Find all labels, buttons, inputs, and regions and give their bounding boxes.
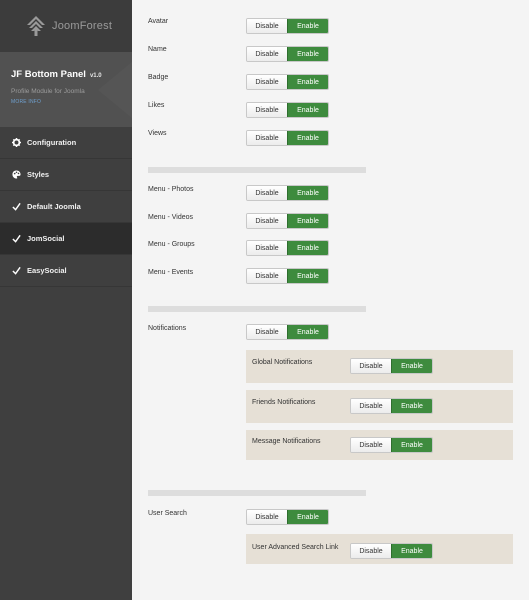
menu-photos-label: Menu - Photos	[148, 186, 194, 193]
user-advanced-search-panel: User Advanced Search Link Disable Enable	[246, 534, 513, 564]
avatar-toggle: Disable Enable	[246, 18, 329, 34]
friends-notifications-panel: Friends Notifications Disable Enable	[246, 390, 513, 423]
menu-videos-enable-button[interactable]: Enable	[287, 214, 328, 228]
badge-disable-button[interactable]: Disable	[247, 75, 287, 89]
user-advanced-search-label: User Advanced Search Link	[252, 544, 339, 551]
section-divider	[148, 167, 366, 173]
check-icon	[12, 266, 21, 275]
notifications-disable-button[interactable]: Disable	[247, 325, 287, 339]
menu-events-label: Menu - Events	[148, 269, 194, 276]
views-disable-button[interactable]: Disable	[247, 131, 287, 145]
badge-label: Badge	[148, 74, 169, 81]
menu-photos-disable-button[interactable]: Disable	[247, 186, 287, 200]
avatar-enable-button[interactable]: Enable	[287, 19, 328, 33]
module-info: JF Bottom Panel v1.0 Profile Module for J…	[0, 52, 132, 127]
menu-photos-toggle: Disable Enable	[246, 185, 329, 201]
sidebar-item-label: JomSocial	[27, 234, 65, 243]
menu-groups-disable-button[interactable]: Disable	[247, 241, 287, 255]
friends-notifications-toggle: Disable Enable	[350, 398, 433, 414]
views-label: Views	[148, 130, 167, 137]
menu-groups-label: Menu - Groups	[148, 241, 195, 248]
message-notifications-panel: Message Notifications Disable Enable	[246, 430, 513, 460]
sidebar-item-label: Default Joomla	[27, 202, 81, 211]
user-advanced-search-enable-button[interactable]: Enable	[391, 544, 432, 558]
avatar-label: Avatar	[148, 18, 169, 25]
friends-notifications-label: Friends Notifications	[252, 399, 316, 406]
likes-enable-button[interactable]: Enable	[287, 103, 328, 117]
notifications-toggle: Disable Enable	[246, 324, 329, 340]
menu-videos-label: Menu - Videos	[148, 214, 194, 221]
menu-events-disable-button[interactable]: Disable	[247, 269, 287, 283]
module-subtitle: Profile Module for Joomla	[11, 88, 85, 95]
views-enable-button[interactable]: Enable	[287, 131, 328, 145]
module-version: v1.0	[89, 73, 102, 79]
user-search-label: User Search	[148, 510, 187, 517]
badge-enable-button[interactable]: Enable	[287, 75, 328, 89]
likes-label: Likes	[148, 102, 165, 109]
menu-events-toggle: Disable Enable	[246, 268, 329, 284]
avatar-disable-button[interactable]: Disable	[247, 19, 287, 33]
section-divider	[148, 490, 366, 496]
friends-notifications-enable-button[interactable]: Enable	[391, 399, 432, 413]
palette-icon	[12, 170, 21, 179]
sidebar-item-jomsocial[interactable]: JomSocial	[0, 223, 132, 255]
menu-groups-toggle: Disable Enable	[246, 240, 329, 256]
global-notifications-toggle: Disable Enable	[350, 358, 433, 374]
user-search-disable-button[interactable]: Disable	[247, 510, 287, 524]
global-notifications-label: Global Notifications	[252, 359, 313, 366]
message-notifications-disable-button[interactable]: Disable	[351, 438, 391, 452]
global-notifications-enable-button[interactable]: Enable	[391, 359, 432, 373]
brand-header: JoomForest	[0, 0, 132, 52]
user-search-enable-button[interactable]: Enable	[287, 510, 328, 524]
section-divider	[148, 306, 366, 312]
message-notifications-label: Message Notifications	[252, 438, 321, 445]
menu-videos-toggle: Disable Enable	[246, 213, 329, 229]
notifications-label: Notifications	[148, 325, 187, 332]
menu-videos-disable-button[interactable]: Disable	[247, 214, 287, 228]
message-notifications-toggle: Disable Enable	[350, 437, 433, 453]
check-icon	[12, 202, 21, 211]
user-search-toggle: Disable Enable	[246, 509, 329, 525]
name-disable-button[interactable]: Disable	[247, 47, 287, 61]
global-notifications-disable-button[interactable]: Disable	[351, 359, 391, 373]
sidebar-item-styles[interactable]: Styles	[0, 159, 132, 191]
sidebar-item-configuration[interactable]: Configuration	[0, 127, 132, 159]
brand-name: JoomForest	[52, 20, 113, 32]
name-toggle: Disable Enable	[246, 46, 329, 62]
likes-disable-button[interactable]: Disable	[247, 103, 287, 117]
more-info-link[interactable]: MORE INFO	[11, 99, 132, 105]
sidebar: JoomForest JF Bottom Panel v1.0 Profile M…	[0, 0, 132, 600]
notifications-enable-button[interactable]: Enable	[287, 325, 328, 339]
friends-notifications-disable-button[interactable]: Disable	[351, 399, 391, 413]
sidebar-item-label: Styles	[27, 170, 50, 179]
sidebar-item-default-joomla[interactable]: Default Joomla	[0, 191, 132, 223]
module-title: JF Bottom Panel	[11, 69, 86, 80]
menu-events-enable-button[interactable]: Enable	[287, 269, 328, 283]
badge-toggle: Disable Enable	[246, 74, 329, 90]
menu-groups-enable-button[interactable]: Enable	[287, 241, 328, 255]
name-enable-button[interactable]: Enable	[287, 47, 328, 61]
likes-toggle: Disable Enable	[246, 102, 329, 118]
user-advanced-search-toggle: Disable Enable	[350, 543, 433, 559]
user-advanced-search-disable-button[interactable]: Disable	[351, 544, 391, 558]
name-label: Name	[148, 46, 167, 53]
joomforest-tree-icon	[27, 16, 45, 36]
message-notifications-enable-button[interactable]: Enable	[391, 438, 432, 452]
check-icon	[12, 234, 21, 243]
sidebar-item-label: EasySocial	[27, 266, 67, 275]
global-notifications-panel: Global Notifications Disable Enable	[246, 350, 513, 383]
menu-photos-enable-button[interactable]: Enable	[287, 186, 328, 200]
sidebar-item-label: Configuration	[27, 138, 77, 147]
gear-icon	[12, 138, 21, 147]
sidebar-item-easysocial[interactable]: EasySocial	[0, 255, 132, 287]
views-toggle: Disable Enable	[246, 130, 329, 146]
